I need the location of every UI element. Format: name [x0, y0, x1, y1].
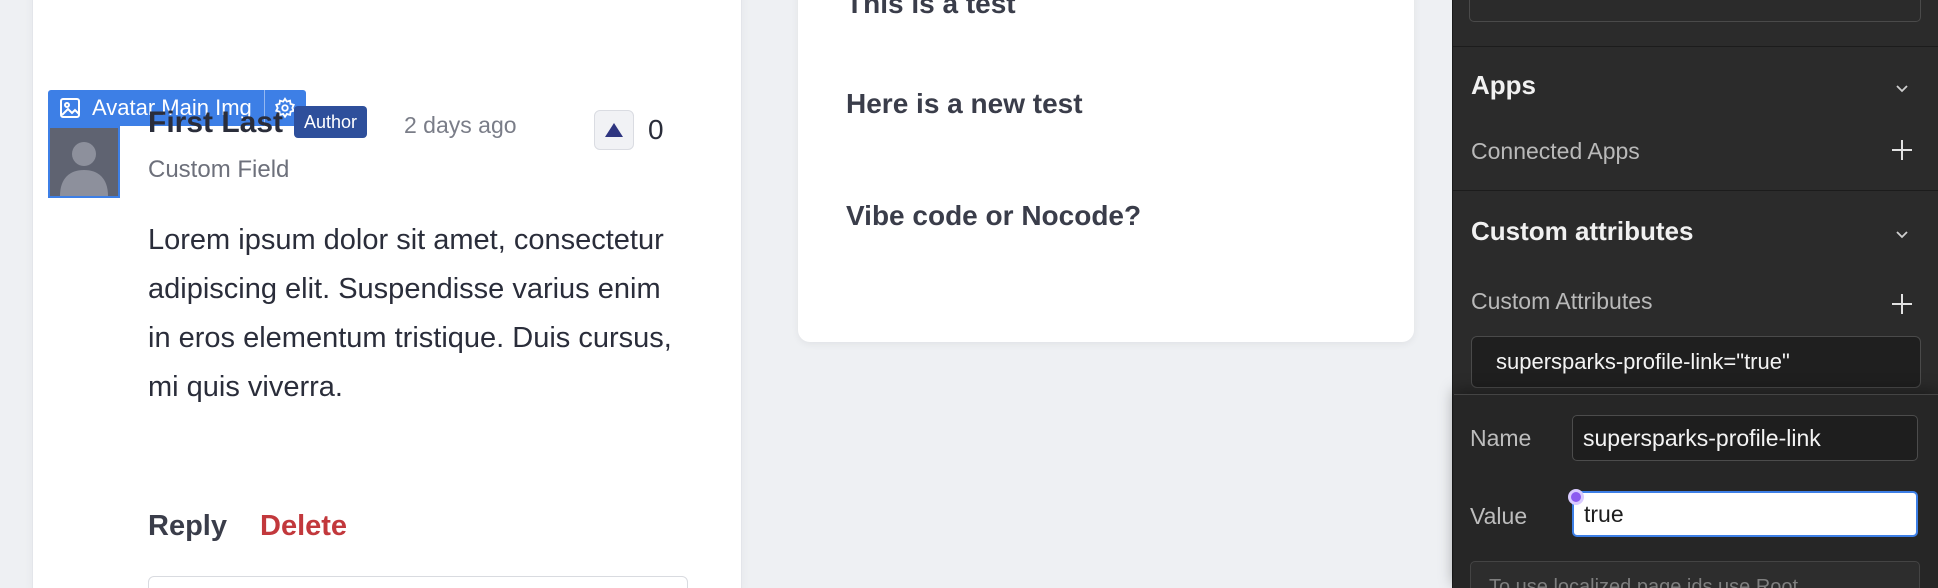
- comment-author-name[interactable]: First Last: [148, 106, 283, 140]
- reply-button[interactable]: Reply: [148, 510, 227, 543]
- post-title[interactable]: Here is a new test: [846, 88, 1083, 120]
- text-field[interactable]: [1469, 0, 1921, 22]
- focus-indicator: [1568, 489, 1584, 505]
- hint-field: To use localized page ids use Root: [1470, 561, 1920, 588]
- plus-icon[interactable]: [1890, 138, 1914, 162]
- upvote-button[interactable]: [594, 110, 634, 150]
- custom-attributes-label: Custom Attributes: [1471, 288, 1653, 314]
- custom-attributes-section-title[interactable]: Custom attributes: [1471, 216, 1693, 247]
- upvote-arrow-icon: [605, 123, 623, 137]
- designer-canvas: Avatar Main Img First Last Author 2 days…: [0, 0, 1452, 588]
- plus-icon[interactable]: [1890, 292, 1914, 316]
- post-title[interactable]: Vibe code or Nocode?: [846, 200, 1141, 232]
- author-badge: Author: [294, 106, 368, 138]
- post-title[interactable]: This is a test: [846, 0, 1016, 20]
- divider: [1453, 190, 1938, 191]
- connected-apps-label: Connected Apps: [1471, 138, 1640, 164]
- comment-body: Lorem ipsum dolor sit amet, consectetur …: [148, 224, 672, 403]
- custom-attribute-item[interactable]: supersparks-profile-link="true": [1471, 336, 1921, 388]
- image-icon: [48, 90, 92, 126]
- attribute-edit-popup: Name Value To use localized page ids use…: [1454, 394, 1938, 588]
- divider: [1453, 46, 1938, 47]
- comment-timestamp: 2 days ago: [404, 112, 517, 138]
- avatar[interactable]: [48, 126, 120, 198]
- vote-count: 0: [648, 114, 664, 145]
- delete-button[interactable]: Delete: [260, 510, 347, 543]
- chevron-down-icon[interactable]: [1894, 80, 1910, 96]
- value-label: Value: [1470, 503, 1528, 529]
- name-label: Name: [1470, 425, 1532, 451]
- reply-input[interactable]: [148, 576, 688, 588]
- user-silhouette-icon: [60, 142, 108, 196]
- apps-section-title[interactable]: Apps: [1471, 70, 1536, 101]
- attribute-name-input[interactable]: [1572, 415, 1918, 461]
- custom-field: Custom Field: [148, 156, 290, 183]
- attribute-value-input[interactable]: [1572, 491, 1918, 537]
- posts-card: [798, 0, 1414, 342]
- chevron-down-icon[interactable]: [1894, 226, 1910, 242]
